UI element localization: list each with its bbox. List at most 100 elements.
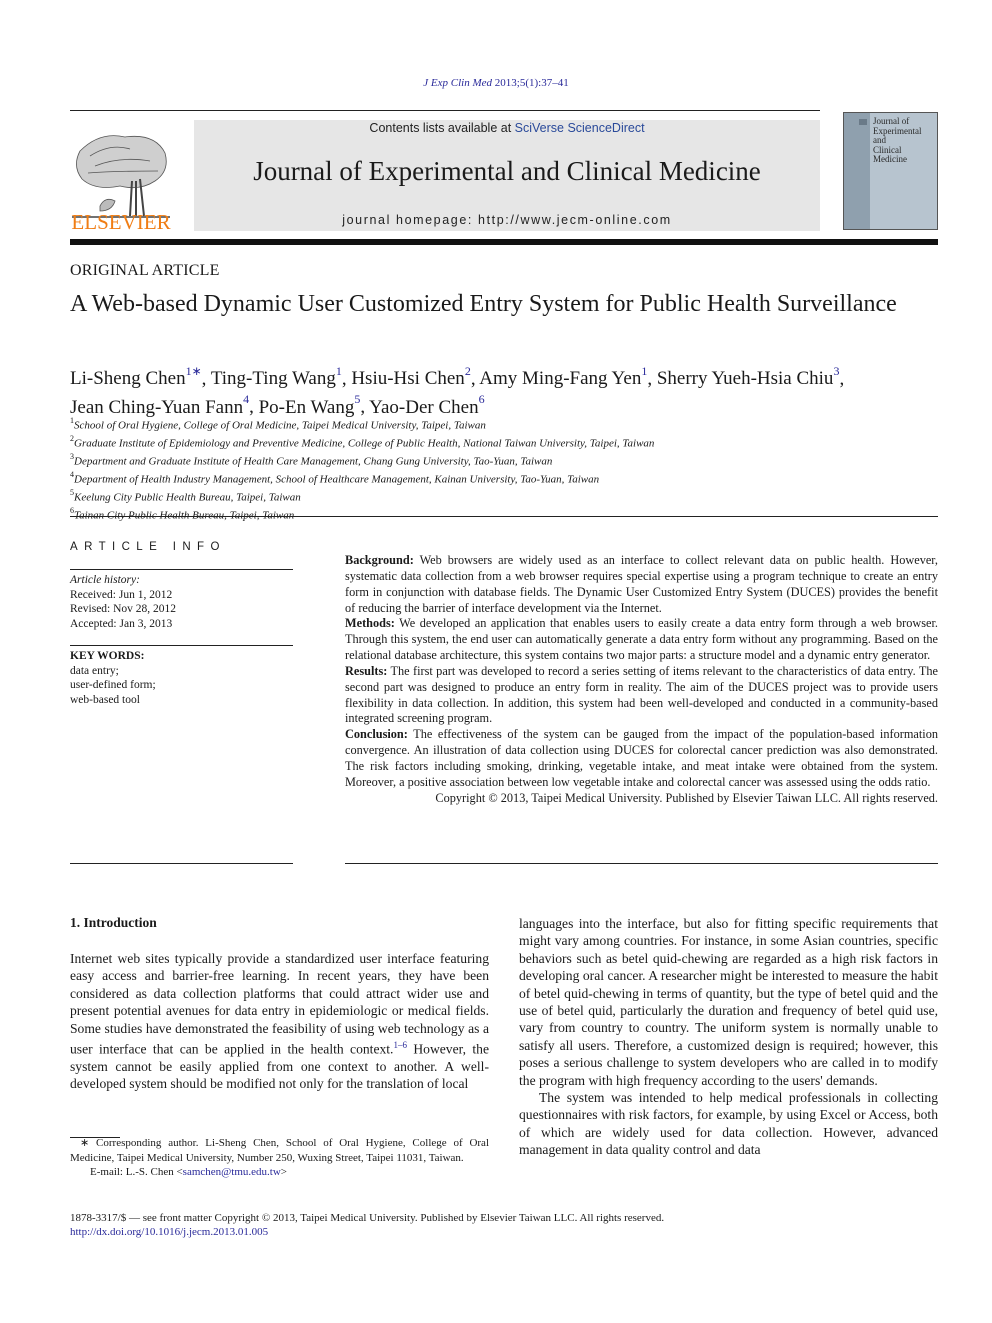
article-history: Article history: Received: Jun 1, 2012 R… xyxy=(70,573,293,632)
header-rule xyxy=(70,110,820,111)
author-name: Amy Ming-Fang Yen xyxy=(479,368,642,390)
abstract-section-text: The effectiveness of the system can be g… xyxy=(345,727,938,789)
author-affiliation-ref[interactable]: 4 xyxy=(243,392,249,406)
doi-link[interactable]: http://dx.doi.org/10.1016/j.jecm.2013.01… xyxy=(70,1226,268,1238)
article-title: A Web-based Dynamic User Customized Entr… xyxy=(70,291,897,317)
article-info-heading: ARTICLE INFO xyxy=(70,541,226,553)
divider xyxy=(70,645,293,646)
email-suffix: > xyxy=(280,1166,287,1179)
author-affiliation-ref[interactable]: 1∗ xyxy=(186,364,202,378)
sciencedirect-link[interactable]: SciVerse ScienceDirect xyxy=(515,121,645,135)
cover-title-line: Medicine xyxy=(873,154,907,164)
citation-volume: 2013;5(1):37–41 xyxy=(494,77,569,89)
front-matter: 1878-3317/$ — see front matter Copyright… xyxy=(70,1211,940,1240)
author[interactable]: Ting-Ting Wang1 xyxy=(210,364,342,390)
author-name: Li-Sheng Chen xyxy=(70,368,186,390)
affiliation-number: 3 xyxy=(70,451,74,461)
abstract-section-label: Methods: xyxy=(345,616,395,631)
affiliation: 5Keelung City Public Health Bureau, Taip… xyxy=(70,487,930,505)
issn-copyright-line: 1878-3317/$ — see front matter Copyright… xyxy=(70,1212,665,1224)
cover-logo-icon xyxy=(859,119,867,125)
affiliation-text: Graduate Institute of Epidemiology and P… xyxy=(74,437,655,450)
divider xyxy=(345,863,938,864)
author-affiliation-ref[interactable]: 1 xyxy=(641,364,647,378)
affiliation-number: 1 xyxy=(70,416,74,425)
email-line: E-mail: L.-S. Chen <samchen@tmu.edu.tw> xyxy=(70,1165,489,1180)
affiliation-text: Department and Graduate Institute of Hea… xyxy=(74,455,553,468)
author-name: Ting-Ting Wang xyxy=(210,368,336,390)
journal-cover-thumbnail[interactable]: Journal of Experimental and Clinical Med… xyxy=(843,112,938,230)
affiliation: 3Department and Graduate Institute of He… xyxy=(70,451,930,469)
author[interactable]: Hsiu-Hsi Chen2 xyxy=(351,364,470,390)
paragraph: Internet web sites typically provide a s… xyxy=(70,950,489,1093)
reference-link[interactable]: 1–6 xyxy=(393,1040,407,1050)
citation-journal: J Exp Clin Med xyxy=(423,77,493,89)
abstract-section: Methods: We developed an application tha… xyxy=(345,616,938,664)
affiliation: 1School of Oral Hygiene, College of Oral… xyxy=(70,415,930,433)
paragraph: The system was intended to help medical … xyxy=(519,1090,938,1158)
affiliation-text: Keelung City Public Health Bureau, Taipe… xyxy=(74,491,301,504)
keyword: web-based tool xyxy=(70,693,140,706)
keyword: user-defined form; xyxy=(70,679,156,691)
paragraph: languages into the interface, but also f… xyxy=(519,916,938,1088)
abstract-copyright: Copyright © 2013, Taipei Medical Univers… xyxy=(435,790,938,805)
section-heading-introduction: 1. Introduction xyxy=(70,915,157,930)
author[interactable]: Li-Sheng Chen1∗ xyxy=(70,364,202,390)
author[interactable]: Sherry Yueh-Hsia Chiu3 xyxy=(656,364,840,390)
abstract-section-text: We developed an application that enables… xyxy=(345,616,938,663)
journal-title: Journal of Experimental and Clinical Med… xyxy=(253,156,761,186)
author-name: Hsiu-Hsi Chen xyxy=(351,368,465,390)
cover-strip xyxy=(844,113,870,229)
abstract-section-text: Web browsers are widely used as an inter… xyxy=(345,553,938,615)
accepted-date: Accepted: Jan 3, 2013 xyxy=(70,618,173,631)
abstract: Background: Web browsers are widely used… xyxy=(345,553,938,807)
cover-title: Journal of Experimental and Clinical Med… xyxy=(873,116,921,165)
abstract-section-label: Conclusion: xyxy=(345,727,408,742)
author-name: Sherry Yueh-Hsia Chiu xyxy=(656,368,834,390)
section-rule xyxy=(70,516,938,517)
affiliations: 1School of Oral Hygiene, College of Oral… xyxy=(70,415,930,523)
affiliation-text: Department of Health Industry Management… xyxy=(74,473,600,486)
divider xyxy=(70,863,293,864)
author-affiliation-ref[interactable]: 3 xyxy=(833,364,839,378)
affiliation-number: 4 xyxy=(70,469,74,479)
affiliation-text: School of Oral Hygiene, College of Oral … xyxy=(74,419,486,432)
journal-citation[interactable]: J Exp Clin Med 2013;5(1):37–41 xyxy=(0,77,992,89)
journal-homepage-link[interactable]: journal homepage: http://www.jecm-online… xyxy=(194,213,820,227)
author-affiliation-ref[interactable]: 2 xyxy=(465,364,471,378)
abstract-section: Background: Web browsers are widely used… xyxy=(345,553,938,616)
author-affiliation-ref[interactable]: 6 xyxy=(479,392,485,406)
affiliation-number: 6 xyxy=(70,505,74,515)
keyword: data entry; xyxy=(70,664,119,677)
body-column-right: languages into the interface, but also f… xyxy=(519,915,938,1159)
corresponding-author-note: ∗ Corresponding author. Li-Sheng Chen, S… xyxy=(70,1137,489,1164)
author[interactable]: Amy Ming-Fang Yen1 xyxy=(479,364,647,390)
contents-prefix: Contents lists available at xyxy=(369,121,515,135)
header-thick-rule xyxy=(70,239,938,245)
abstract-section: Conclusion: The effectiveness of the sys… xyxy=(345,727,938,790)
divider xyxy=(70,569,293,570)
email-link[interactable]: samchen@tmu.edu.tw xyxy=(183,1166,281,1178)
received-date: Received: Jun 1, 2012 xyxy=(70,588,173,601)
contents-line: Contents lists available at SciVerse Sci… xyxy=(194,121,820,135)
author-affiliation-ref[interactable]: 1 xyxy=(336,364,342,378)
history-label: Article history: xyxy=(70,574,140,586)
author-affiliation-ref[interactable]: 5 xyxy=(354,392,360,406)
affiliation-number: 5 xyxy=(70,487,74,497)
footnote: ∗ Corresponding author. Li-Sheng Chen, S… xyxy=(70,1136,489,1180)
abstract-section-label: Background: xyxy=(345,553,414,567)
abstract-section-text: The first part was developed to record a… xyxy=(345,663,938,726)
affiliation: 4Department of Health Industry Managemen… xyxy=(70,469,930,487)
email-label: E-mail: L.-S. Chen < xyxy=(90,1166,183,1179)
article-type: ORIGINAL ARTICLE xyxy=(70,262,220,279)
revised-date: Revised: Nov 28, 2012 xyxy=(70,603,177,616)
elsevier-wordmark: ELSEVIER xyxy=(71,210,171,234)
author-list: Li-Sheng Chen1∗, Ting-Ting Wang1, Hsiu-H… xyxy=(70,364,845,418)
affiliation: 2Graduate Institute of Epidemiology and … xyxy=(70,433,930,451)
affiliation-number: 2 xyxy=(70,433,74,443)
affiliation: 6Tainan City Public Health Bureau, Taipe… xyxy=(70,505,930,523)
body-column-left: Internet web sites typically provide a s… xyxy=(70,950,489,1093)
abstract-section: Results: The first part was developed to… xyxy=(345,664,938,727)
keywords-label: KEY WORDS: xyxy=(70,650,145,662)
abstract-section-label: Results: xyxy=(345,663,388,678)
